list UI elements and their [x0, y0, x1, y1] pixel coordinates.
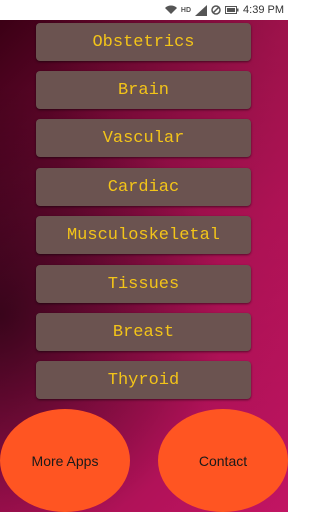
status-time: 4:39 PM: [243, 4, 284, 16]
status-bar: HD 4:39 PM: [0, 0, 288, 20]
battery-icon: [225, 6, 239, 14]
breast-button[interactable]: Breast: [36, 313, 251, 351]
musculoskeletal-button[interactable]: Musculoskeletal: [36, 216, 251, 254]
app-background: Obstetrics Brain Vascular Cardiac Muscul…: [0, 20, 288, 512]
more-apps-button[interactable]: More Apps: [0, 409, 130, 512]
hd-icon: HD: [180, 6, 192, 14]
tissues-button[interactable]: Tissues: [36, 265, 251, 303]
brain-button[interactable]: Brain: [36, 71, 251, 109]
vascular-button[interactable]: Vascular: [36, 119, 251, 157]
mute-icon: [211, 5, 221, 15]
cardiac-button[interactable]: Cardiac: [36, 168, 251, 206]
signal-icon: [195, 4, 208, 16]
obstetrics-button[interactable]: Obstetrics: [36, 23, 251, 61]
contact-label: Contact: [198, 452, 248, 469]
more-apps-label: More Apps: [31, 452, 99, 469]
status-icons: HD 4:39 PM: [164, 2, 284, 18]
contact-button[interactable]: Contact: [158, 409, 288, 512]
wifi-icon: [164, 5, 177, 15]
thyroid-button[interactable]: Thyroid: [36, 361, 251, 399]
